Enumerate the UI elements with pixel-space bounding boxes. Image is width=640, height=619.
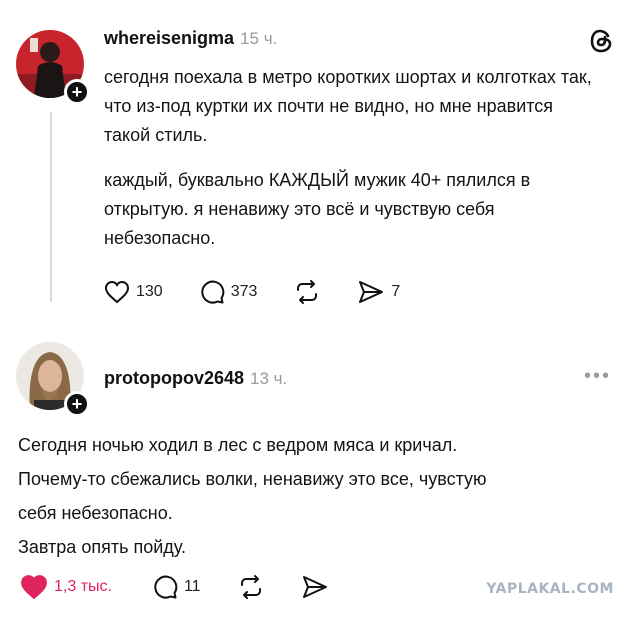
site-watermark: YAPLAKAL.COM [486,581,614,597]
post-2-actions: 1,3 тыс. 11 [20,574,365,600]
comment-count: 11 [183,578,201,595]
post-1-paragraph-2: каждый, буквально КАЖДЫЙ мужик 40+ пялил… [104,170,531,248]
follow-plus-icon[interactable]: + [64,391,90,417]
post-1-body: сегодня поехала в метро коротких шортах … [104,63,604,253]
repost-icon [297,280,318,304]
like-button[interactable]: 130 [104,280,163,304]
share-button[interactable]: 7 [357,279,400,305]
post-1-actions: 130 373 7 [104,279,436,305]
comment-button[interactable]: 11 [152,574,201,600]
repost-button[interactable] [237,574,265,600]
more-options-icon[interactable]: ••• [584,365,611,388]
like-count: 130 [136,283,163,300]
post-2-username[interactable]: protopopov2648 13 ч. [104,368,287,389]
heart-icon [104,280,130,304]
post-time: 15 ч. [240,29,278,48]
post-1-paragraph-1: сегодня поехала в метро коротких шортах … [104,67,592,145]
comment-icon [154,575,178,599]
threads-logo-icon[interactable] [588,27,616,60]
comment-button[interactable]: 373 [199,279,258,305]
repost-icon [240,575,261,599]
heart-filled-icon [21,575,47,600]
thread-connector-line [50,112,52,302]
username-text[interactable]: protopopov2648 [104,368,244,388]
post-2-line-4: Завтра опять пойду. [18,537,186,557]
share-icon [302,576,327,598]
repost-button[interactable] [293,279,321,305]
like-button[interactable]: 1,3 тыс. [20,574,112,600]
post-2-line-1: Сегодня ночью ходил в лес с ведром мяса … [18,435,458,455]
post-2: + protopopov2648 13 ч. ••• Сегодня ночью … [0,320,640,619]
post-time: 13 ч. [250,369,288,388]
share-count: 7 [391,283,401,300]
comment-icon [201,280,224,304]
username-text[interactable]: whereisenigma [104,28,234,48]
post-2-line-2: Почему-то сбежались волки, ненавижу это … [18,469,487,489]
post-1-username[interactable]: whereisenigma 15 ч. [104,28,277,49]
share-button[interactable] [301,574,329,600]
comment-count: 373 [230,283,258,300]
follow-plus-icon[interactable]: + [64,79,90,105]
post-2-line-3: себя небезопасно. [18,503,173,523]
post-1: + whereisenigma 15 ч. сегодня поехала в м… [0,0,640,320]
share-icon [359,281,384,303]
post-2-body: Сегодня ночью ходил в лес с ведром мяса … [18,428,628,564]
like-count: 1,3 тыс. [54,578,112,595]
